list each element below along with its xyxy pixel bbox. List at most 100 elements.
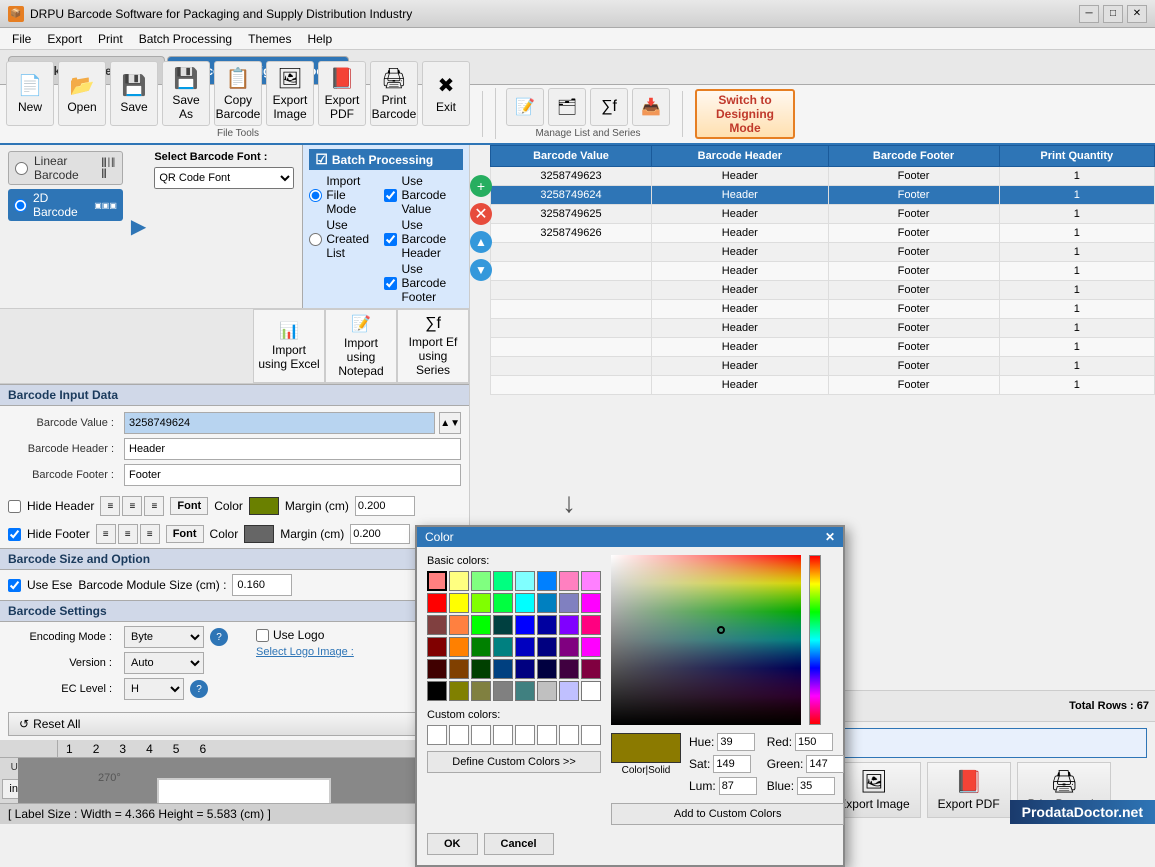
version-select[interactable]: Auto [124, 652, 204, 674]
table-row[interactable]: 3258749626 Header Footer 1 [491, 224, 1155, 243]
exit-button[interactable]: ✖ Exit [422, 61, 470, 126]
menu-batch[interactable]: Batch Processing [131, 30, 240, 48]
basic-color-0-1[interactable] [449, 571, 469, 591]
ec-level-select[interactable]: H [124, 678, 184, 700]
basic-color-5-0[interactable] [427, 681, 447, 701]
table-row[interactable]: Header Footer 1 [491, 319, 1155, 338]
basic-color-4-5[interactable] [537, 659, 557, 679]
manage-import-btn[interactable]: 📥 [632, 88, 670, 126]
custom-color-5[interactable] [515, 725, 535, 745]
basic-color-5-1[interactable] [449, 681, 469, 701]
basic-color-0-0[interactable] [427, 571, 447, 591]
custom-color-2[interactable] [449, 725, 469, 745]
basic-color-3-0[interactable] [427, 637, 447, 657]
footer-align-left[interactable]: ≡ [96, 524, 116, 544]
custom-color-3[interactable] [471, 725, 491, 745]
basic-color-0-7[interactable] [581, 571, 601, 591]
basic-color-2-1[interactable] [449, 615, 469, 635]
move-down-button[interactable]: ▼ [470, 259, 492, 281]
hide-footer-checkbox[interactable] [8, 528, 21, 541]
custom-color-4[interactable] [493, 725, 513, 745]
font-select[interactable]: QR Code Font [154, 167, 294, 189]
menu-print[interactable]: Print [90, 30, 131, 48]
manage-list-btn1[interactable]: 📝 [506, 88, 544, 126]
basic-color-0-3[interactable] [493, 571, 513, 591]
basic-color-2-4[interactable] [515, 615, 535, 635]
basic-color-5-2[interactable] [471, 681, 491, 701]
add-to-custom-colors-button[interactable]: Add to Custom Colors [611, 803, 844, 825]
header-margin-input[interactable] [355, 496, 415, 516]
module-size-input[interactable] [232, 574, 292, 596]
basic-color-1-1[interactable] [449, 593, 469, 613]
basic-color-0-2[interactable] [471, 571, 491, 591]
basic-color-5-4[interactable] [515, 681, 535, 701]
header-align-right[interactable]: ≡ [144, 496, 164, 516]
table-row[interactable]: Header Footer 1 [491, 376, 1155, 395]
move-up-button[interactable]: ▲ [470, 231, 492, 253]
color-spectrum[interactable] [611, 555, 801, 725]
basic-color-2-0[interactable] [427, 615, 447, 635]
barcode-value-input[interactable] [124, 412, 435, 434]
basic-color-3-4[interactable] [515, 637, 535, 657]
switch-designing-mode-button[interactable]: Switch to Designing Mode [695, 89, 795, 139]
basic-color-4-6[interactable] [559, 659, 579, 679]
basic-color-1-2[interactable] [471, 593, 491, 613]
footer-align-right[interactable]: ≡ [140, 524, 160, 544]
basic-color-4-3[interactable] [493, 659, 513, 679]
new-button[interactable]: 📄 New [6, 61, 54, 126]
red-input[interactable] [795, 733, 833, 751]
footer-font-button[interactable]: Font [166, 525, 204, 543]
basic-color-5-5[interactable] [537, 681, 557, 701]
basic-color-3-1[interactable] [449, 637, 469, 657]
custom-color-7[interactable] [559, 725, 579, 745]
table-row[interactable]: Header Footer 1 [491, 262, 1155, 281]
use-ese-checkbox[interactable] [8, 579, 21, 592]
import-excel-button[interactable]: 📊 Import using Excel [253, 309, 325, 383]
basic-color-1-6[interactable] [559, 593, 579, 613]
2d-barcode-radio[interactable]: 2D Barcode ▣▣▣ [8, 189, 123, 221]
manage-list-btn2[interactable]: 🗂 [548, 88, 586, 126]
footer-margin-input[interactable] [350, 524, 410, 544]
basic-color-5-3[interactable] [493, 681, 513, 701]
basic-color-0-6[interactable] [559, 571, 579, 591]
basic-color-1-5[interactable] [537, 593, 557, 613]
basic-color-1-3[interactable] [493, 593, 513, 613]
export-pdf-toolbar-button[interactable]: 📕 Export PDF [318, 61, 366, 126]
hue-bar[interactable] [809, 555, 821, 725]
table-row[interactable]: 3258749623 Header Footer 1 [491, 167, 1155, 186]
green-input[interactable] [806, 755, 844, 773]
table-row[interactable]: 3258749624 Header Footer 1 [491, 186, 1155, 205]
footer-color-swatch[interactable] [244, 525, 274, 543]
table-row[interactable]: Header Footer 1 [491, 281, 1155, 300]
custom-color-1[interactable] [427, 725, 447, 745]
basic-color-1-7[interactable] [581, 593, 601, 613]
custom-color-8[interactable] [581, 725, 601, 745]
use-barcode-header-check[interactable]: Use Barcode Header [384, 218, 463, 260]
basic-color-3-2[interactable] [471, 637, 491, 657]
import-series-button[interactable]: ∑f Import Ef using Series [397, 309, 469, 383]
maximize-btn[interactable]: □ [1103, 5, 1123, 23]
use-logo-check[interactable]: Use Logo [256, 628, 324, 642]
copy-barcode-toolbar-button[interactable]: 📋 Copy Barcode [214, 61, 262, 126]
encoding-select[interactable]: Byte [124, 626, 204, 648]
import-notepad-button[interactable]: 📝 Import using Notepad [325, 309, 397, 383]
add-row-button[interactable]: + [470, 175, 492, 197]
basic-color-4-4[interactable] [515, 659, 535, 679]
table-row[interactable]: Header Footer 1 [491, 338, 1155, 357]
basic-color-1-0[interactable] [427, 593, 447, 613]
linear-barcode-radio[interactable]: Linear Barcode ||| | || ||| [8, 151, 123, 185]
sat-input[interactable] [713, 755, 751, 773]
header-font-button[interactable]: Font [170, 497, 208, 515]
basic-color-2-2[interactable] [471, 615, 491, 635]
basic-color-4-2[interactable] [471, 659, 491, 679]
basic-color-2-5[interactable] [537, 615, 557, 635]
basic-color-2-3[interactable] [493, 615, 513, 635]
hue-input[interactable] [717, 733, 755, 751]
2d-barcode-input[interactable] [14, 199, 27, 212]
color-dialog-close[interactable]: ✕ [825, 530, 835, 544]
custom-color-6[interactable] [537, 725, 557, 745]
basic-color-0-5[interactable] [537, 571, 557, 591]
basic-color-3-5[interactable] [537, 637, 557, 657]
basic-color-3-3[interactable] [493, 637, 513, 657]
header-align-center[interactable]: ≡ [122, 496, 142, 516]
